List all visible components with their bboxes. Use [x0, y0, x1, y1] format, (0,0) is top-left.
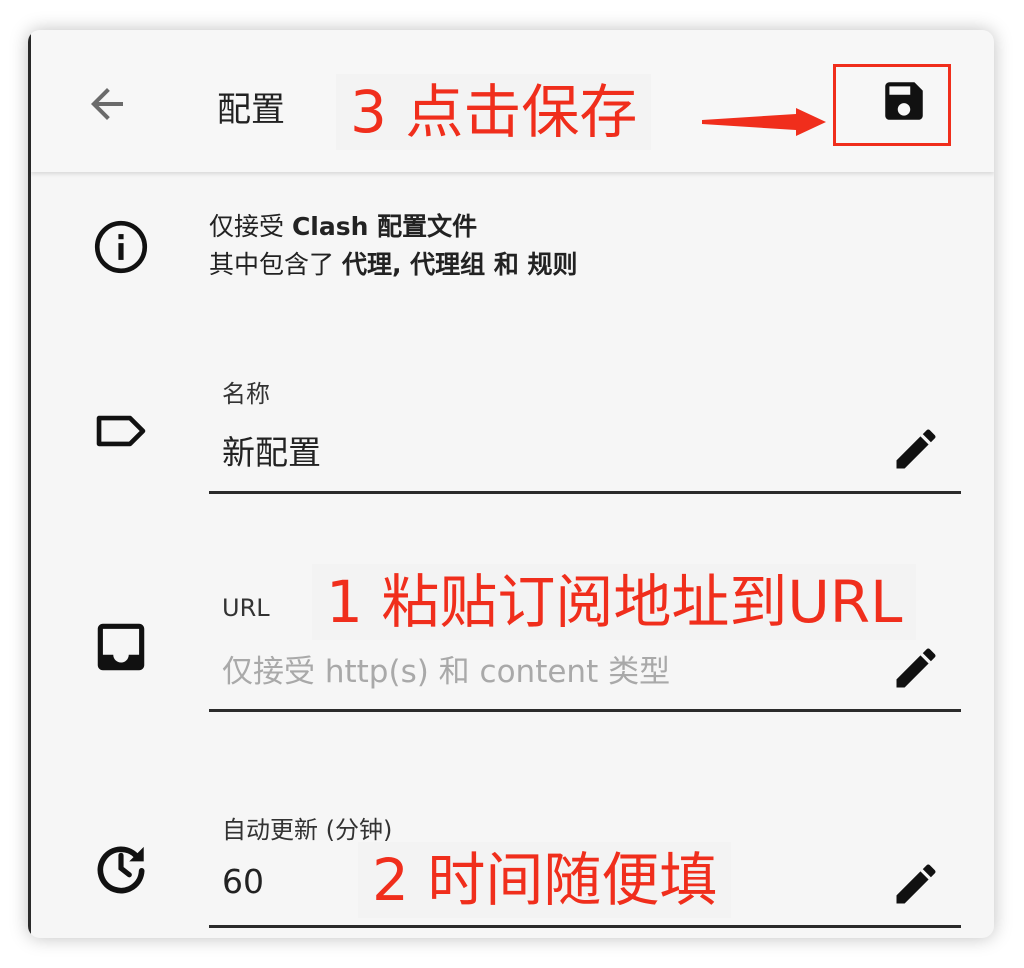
interval-field[interactable]: 60	[222, 862, 264, 901]
edit-url-button[interactable]	[890, 642, 942, 694]
info-line1-prefix: 仅接受	[209, 212, 292, 241]
annotation-step1: 1 粘贴订阅地址到URL	[312, 564, 917, 640]
info-line2-bold: 代理, 代理组 和 规则	[341, 250, 578, 279]
info-text: 仅接受 Clash 配置文件 其中包含了 代理, 代理组 和 规则	[209, 208, 578, 284]
edit-interval-button[interactable]	[890, 858, 942, 910]
interval-underline	[209, 925, 961, 928]
url-field[interactable]: 仅接受 http(s) 和 content 类型	[222, 646, 670, 691]
pencil-icon	[896, 648, 936, 688]
edit-name-button[interactable]	[890, 423, 942, 475]
interval-label: 自动更新 (分钟)	[222, 816, 393, 844]
info-circle-icon	[90, 216, 152, 278]
pencil-icon	[896, 429, 936, 469]
name-field[interactable]: 新配置	[222, 426, 321, 474]
annotation-step2: 2 时间随便填	[358, 842, 732, 918]
back-button[interactable]	[83, 80, 131, 128]
info-line1-bold: Clash 配置文件	[291, 212, 478, 241]
url-underline	[209, 709, 961, 712]
inbox-icon	[90, 616, 152, 678]
name-label: 名称	[222, 380, 270, 408]
name-underline	[209, 491, 961, 494]
arrow-left-icon	[91, 88, 123, 120]
page-title: 配置	[217, 90, 285, 130]
update-clock-icon	[90, 836, 152, 898]
annotation-step3: 3 点击保存	[336, 74, 652, 150]
url-label: URL	[222, 594, 270, 622]
annotation-arrow	[702, 108, 826, 136]
pencil-icon	[896, 864, 936, 904]
annotation-save-highlight	[833, 64, 951, 146]
profile-editor-screen: 配置 仅接受 Clash 配置文件 其中包含了 代理, 代理组 和 规则 名称 …	[28, 30, 994, 938]
tag-icon	[90, 400, 152, 462]
info-line2-prefix: 其中包含了	[209, 250, 342, 279]
